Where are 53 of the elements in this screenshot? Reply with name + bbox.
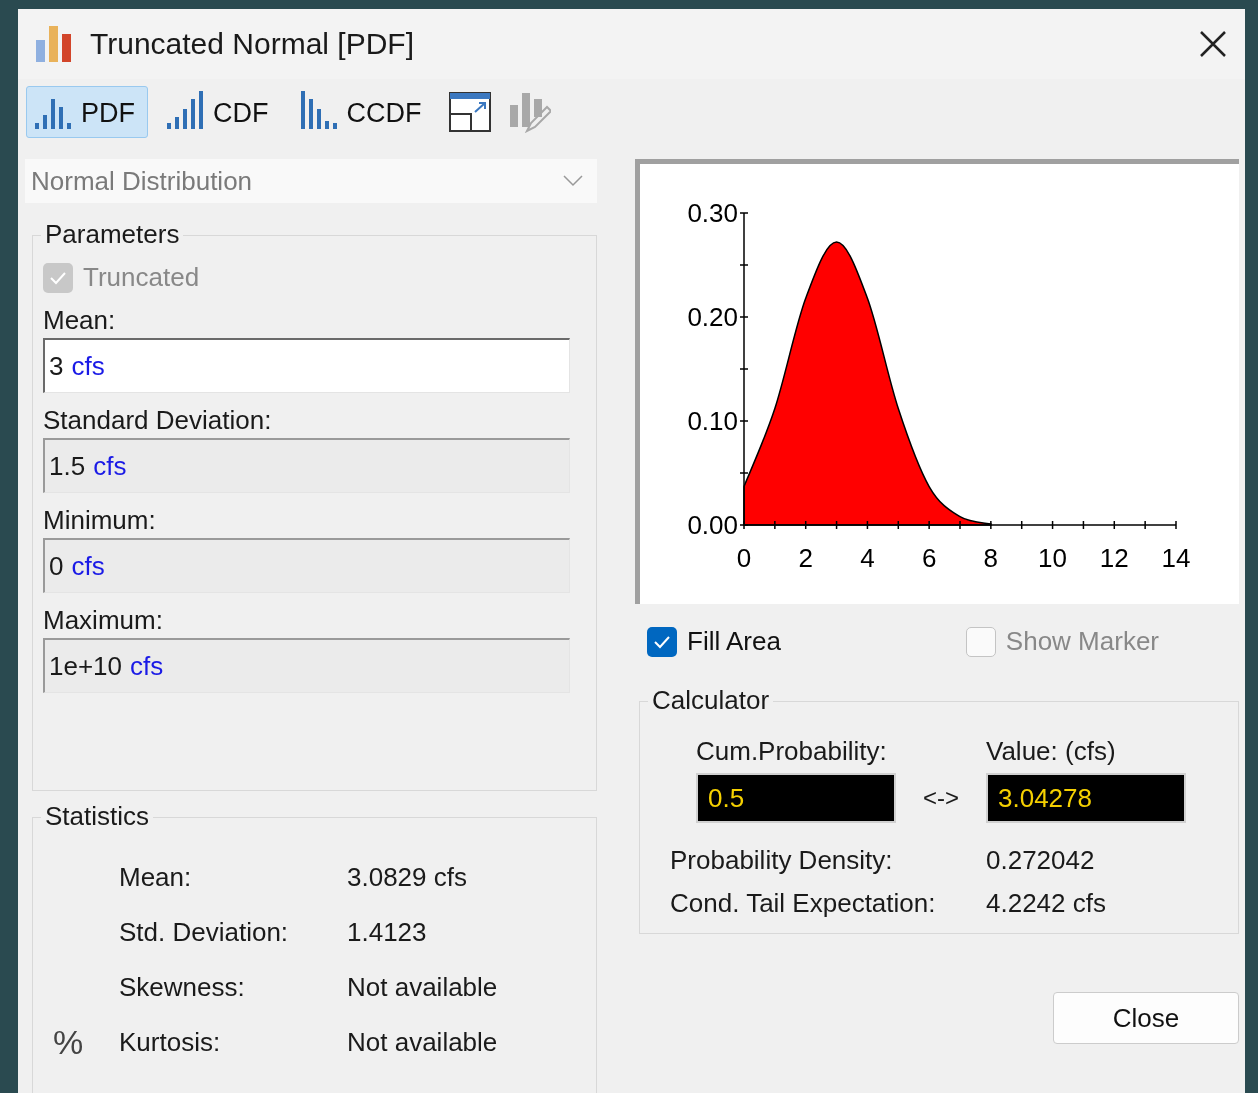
close-button[interactable]: Close bbox=[1053, 992, 1239, 1044]
bar-chart-icon bbox=[34, 26, 74, 62]
axis-label: 2 bbox=[798, 543, 813, 573]
value-field[interactable]: 3.04278 bbox=[986, 773, 1186, 823]
axis-label: 4 bbox=[860, 543, 875, 573]
axis-label: 0.00 bbox=[687, 510, 738, 540]
bar-chart-icon bbox=[298, 91, 339, 129]
input-field[interactable]: 1e+10 cfs bbox=[43, 638, 570, 693]
field-label: Minimum: bbox=[43, 505, 157, 536]
stat-label: Kurtosis: bbox=[119, 1026, 222, 1059]
field-label: Value: (cfs) bbox=[986, 736, 1117, 767]
axis-label: 0.10 bbox=[687, 406, 738, 436]
tab[interactable]: PDF bbox=[26, 86, 148, 138]
result-label: Cond. Tail Expectation: bbox=[670, 888, 937, 919]
window-icon bbox=[448, 92, 491, 132]
stat-label: Mean: bbox=[119, 861, 193, 894]
stat-value: Not available bbox=[347, 1026, 499, 1059]
result-value: 0.272042 bbox=[986, 845, 1096, 876]
axis-label: 0.30 bbox=[687, 198, 738, 228]
field-label: Cum.Probability: bbox=[696, 736, 888, 767]
stat-label: Skewness: bbox=[119, 971, 246, 1004]
percent-mark: % bbox=[52, 1023, 85, 1062]
input-field[interactable]: 3 cfs bbox=[43, 338, 570, 393]
axis-label: 6 bbox=[921, 543, 937, 573]
result-label: Probability Density: bbox=[670, 845, 894, 876]
stat-label: Std. Deviation: bbox=[119, 916, 290, 949]
field-label: Standard Deviation: bbox=[43, 405, 273, 436]
result-value: 4.2242 cfs bbox=[986, 888, 1107, 919]
check-icon bbox=[49, 270, 67, 285]
axis-label: 12 bbox=[1099, 543, 1129, 573]
axis-label: 0.20 bbox=[687, 302, 738, 332]
check-icon bbox=[653, 634, 671, 649]
chevron-down-icon bbox=[563, 175, 583, 187]
field-label: Mean: bbox=[43, 305, 117, 336]
checkbox[interactable]: Fill Area bbox=[647, 626, 781, 657]
swap-label: <-> bbox=[922, 784, 960, 812]
axis-label: 8 bbox=[983, 543, 999, 573]
bar-chart-icon bbox=[165, 91, 205, 129]
window-title: Truncated Normal [PDF] bbox=[90, 27, 415, 61]
probability-field[interactable]: 0.5 bbox=[696, 773, 896, 823]
axis-label: 0 bbox=[736, 543, 752, 573]
input-field[interactable]: 0 cfs bbox=[43, 538, 570, 593]
stat-value: Not available bbox=[347, 971, 499, 1004]
stat-value: 1.4123 bbox=[347, 916, 428, 949]
stat-value: 3.0829 cfs bbox=[347, 861, 468, 894]
axis-label: 14 bbox=[1161, 543, 1191, 573]
input-field[interactable]: 1.5 cfs bbox=[43, 438, 570, 493]
close-icon bbox=[1199, 30, 1227, 58]
tab[interactable]: CCDF bbox=[291, 86, 435, 138]
tab[interactable]: CDF bbox=[158, 86, 282, 138]
chart-pencil-icon bbox=[508, 91, 551, 133]
field-label: Maximum: bbox=[43, 605, 164, 636]
axis-label: 10 bbox=[1038, 543, 1068, 573]
